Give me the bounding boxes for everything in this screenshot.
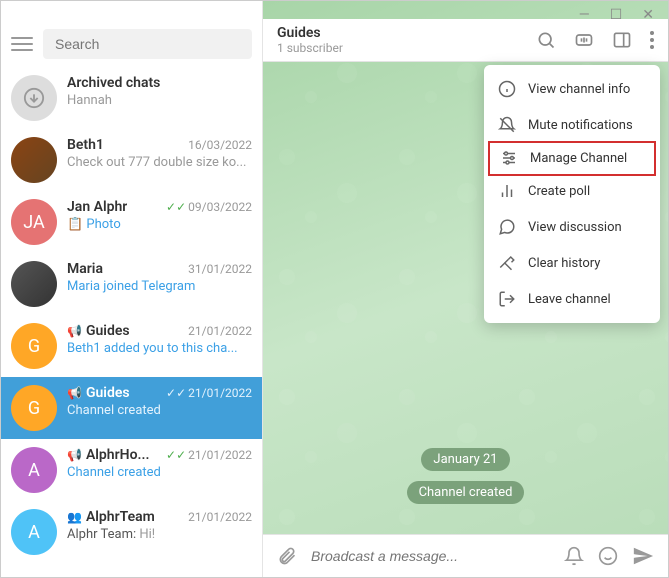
channel-type-icon: 📢 bbox=[67, 448, 82, 462]
side-panel-icon[interactable] bbox=[612, 30, 632, 50]
chat-list-item[interactable]: Maria 31/01/2022 Maria joined Telegram bbox=[1, 253, 262, 315]
chat-name: Archived chats bbox=[67, 75, 160, 91]
attach-icon[interactable] bbox=[277, 546, 297, 566]
poll-icon bbox=[498, 182, 516, 200]
chat-title: Guides bbox=[277, 25, 536, 41]
chat-list-item[interactable]: A 📢 AlphrHo... ✓✓ 21/01/2022 Channel cre… bbox=[1, 439, 262, 501]
chat-name: Jan Alphr bbox=[67, 199, 127, 215]
manage-icon bbox=[500, 149, 518, 167]
avatar: JA bbox=[11, 199, 57, 245]
channel-type-icon: 📢 bbox=[67, 386, 82, 400]
menu-item-label: Mute notifications bbox=[528, 118, 633, 133]
chat-preview: Check out 777 double size ko... bbox=[67, 155, 252, 170]
menu-item-label: Leave channel bbox=[528, 292, 611, 307]
hamburger-menu-icon[interactable] bbox=[11, 37, 33, 51]
chat-date: 21/01/2022 bbox=[188, 510, 252, 524]
chat-name: Beth1 bbox=[67, 137, 104, 153]
chat-name: Maria bbox=[67, 261, 103, 277]
chat-list-item[interactable]: JA Jan Alphr ✓✓ 09/03/2022 📋 Photo bbox=[1, 191, 262, 253]
menu-item-poll[interactable]: Create poll bbox=[484, 173, 660, 209]
menu-item-label: View discussion bbox=[528, 220, 622, 235]
chat-preview: Maria joined Telegram bbox=[67, 279, 252, 294]
chat-date: 31/01/2022 bbox=[188, 262, 252, 276]
context-menu: View channel info Mute notifications Manag… bbox=[484, 65, 660, 323]
leave-icon bbox=[498, 290, 516, 308]
sidebar: Archived chats Hannah Beth1 16/03/2022 C… bbox=[1, 1, 263, 577]
chat-preview: Alphr Team: Hi! bbox=[67, 527, 252, 542]
app-window: — ☐ ✕ Archived chats Hannah Beth1 16/03/… bbox=[0, 0, 669, 578]
message-input[interactable] bbox=[311, 548, 550, 564]
chat-subtitle: 1 subscriber bbox=[277, 41, 536, 55]
chat-name: 👥 AlphrTeam bbox=[67, 509, 155, 525]
channel-type-icon: 👥 bbox=[67, 510, 82, 524]
chat-preview: 📋 Photo bbox=[67, 217, 252, 232]
send-icon[interactable] bbox=[632, 545, 654, 567]
avatar bbox=[11, 137, 57, 183]
chat-preview: Hannah bbox=[67, 93, 252, 108]
search-input[interactable] bbox=[43, 29, 252, 59]
main-panel: Guides 1 subscriber January 21 Channel c… bbox=[263, 1, 668, 577]
menu-item-info[interactable]: View channel info bbox=[484, 71, 660, 107]
menu-item-label: Clear history bbox=[528, 256, 600, 271]
chat-name: 📢 Guides bbox=[67, 323, 130, 339]
avatar bbox=[11, 75, 57, 121]
menu-item-discuss[interactable]: View discussion bbox=[484, 209, 660, 245]
search-icon[interactable] bbox=[536, 30, 556, 50]
chat-list-item[interactable]: G 📢 Guides 21/01/2022 Beth1 added you to… bbox=[1, 315, 262, 377]
date-separator: January 21 bbox=[421, 448, 509, 471]
chat-list-item[interactable]: A 👥 AlphrTeam 21/01/2022 Alphr Team: Hi! bbox=[1, 501, 262, 563]
avatar: A bbox=[11, 509, 57, 555]
avatar bbox=[11, 261, 57, 307]
avatar: G bbox=[11, 323, 57, 369]
chat-list-item[interactable]: Beth1 16/03/2022 Check out 777 double si… bbox=[1, 129, 262, 191]
emoji-icon[interactable] bbox=[598, 546, 618, 566]
menu-item-mute[interactable]: Mute notifications bbox=[484, 107, 660, 143]
chat-name: 📢 Guides bbox=[67, 385, 130, 401]
menu-item-label: Manage Channel bbox=[530, 151, 627, 166]
maximize-button[interactable]: ☐ bbox=[610, 7, 623, 23]
chat-date: 21/01/2022 bbox=[188, 324, 252, 338]
avatar: G bbox=[11, 385, 57, 431]
menu-item-label: Create poll bbox=[528, 184, 590, 199]
chat-date: ✓✓ 09/03/2022 bbox=[166, 200, 252, 214]
menu-item-label: View channel info bbox=[528, 82, 630, 97]
chat-list-item[interactable]: Archived chats Hannah bbox=[1, 67, 262, 129]
minimize-button[interactable]: — bbox=[579, 7, 590, 23]
chat-preview: Channel created bbox=[67, 403, 252, 418]
voice-chat-icon[interactable] bbox=[574, 30, 594, 50]
chat-date: ✓✓ 21/01/2022 bbox=[166, 386, 252, 400]
menu-item-leave[interactable]: Leave channel bbox=[484, 281, 660, 317]
channel-type-icon: 📢 bbox=[67, 324, 82, 338]
chat-list-item[interactable]: G 📢 Guides ✓✓ 21/01/2022 Channel created bbox=[1, 377, 262, 439]
chat-list: Archived chats Hannah Beth1 16/03/2022 C… bbox=[1, 67, 262, 577]
discuss-icon bbox=[498, 218, 516, 236]
chat-date: 16/03/2022 bbox=[188, 138, 252, 152]
chat-name: 📢 AlphrHo... bbox=[67, 447, 149, 463]
notify-icon[interactable] bbox=[564, 546, 584, 566]
avatar: A bbox=[11, 447, 57, 493]
compose-bar bbox=[263, 534, 668, 577]
chat-preview: Beth1 added you to this cha... bbox=[67, 341, 252, 356]
more-menu-icon[interactable] bbox=[650, 31, 654, 49]
window-controls: — ☐ ✕ bbox=[565, 1, 668, 29]
mute-icon bbox=[498, 116, 516, 134]
menu-item-clear[interactable]: Clear history bbox=[484, 245, 660, 281]
chat-preview: Channel created bbox=[67, 465, 252, 480]
info-icon bbox=[498, 80, 516, 98]
close-button[interactable]: ✕ bbox=[642, 7, 654, 23]
chat-date: ✓✓ 21/01/2022 bbox=[166, 448, 252, 462]
system-message: Channel created bbox=[407, 481, 525, 504]
clear-icon bbox=[498, 254, 516, 272]
menu-item-manage[interactable]: Manage Channel bbox=[488, 141, 656, 176]
